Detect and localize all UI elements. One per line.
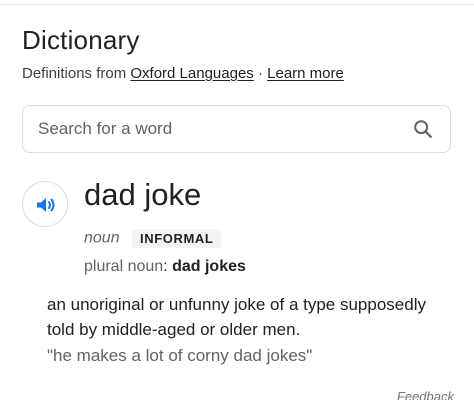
learn-more-link[interactable]: Learn more bbox=[267, 65, 344, 82]
definition-text: an unoriginal or unfunny joke of a type … bbox=[47, 295, 426, 339]
top-divider bbox=[0, 4, 474, 5]
search-box bbox=[22, 105, 451, 153]
source-line: Definitions from Oxford Languages · Lear… bbox=[22, 64, 344, 84]
plural-form: dad jokes bbox=[172, 258, 246, 275]
part-of-speech-row: noun INFORMAL bbox=[84, 229, 222, 251]
feedback-link[interactable]: Feedback bbox=[397, 389, 454, 400]
dictionary-card: Dictionary Definitions from Oxford Langu… bbox=[0, 0, 474, 400]
pronunciation-button[interactable] bbox=[22, 181, 68, 227]
plural-colon: : bbox=[163, 258, 168, 275]
register-badge: INFORMAL bbox=[132, 229, 222, 248]
dictionary-title: Dictionary bbox=[22, 25, 140, 55]
source-prefix: Definitions from bbox=[22, 65, 127, 82]
plural-row: plural noun: dad jokes bbox=[84, 256, 246, 278]
example-text: "he makes a lot of corny dad jokes" bbox=[47, 346, 313, 365]
source-separator: · bbox=[257, 65, 263, 82]
plural-label: plural noun bbox=[84, 258, 164, 275]
part-of-speech: noun bbox=[84, 229, 120, 247]
headword: dad joke bbox=[84, 177, 202, 212]
search-input[interactable] bbox=[38, 106, 398, 152]
speaker-icon bbox=[37, 198, 55, 212]
search-icon[interactable] bbox=[412, 118, 434, 140]
oxford-languages-link[interactable]: Oxford Languages bbox=[130, 65, 253, 82]
